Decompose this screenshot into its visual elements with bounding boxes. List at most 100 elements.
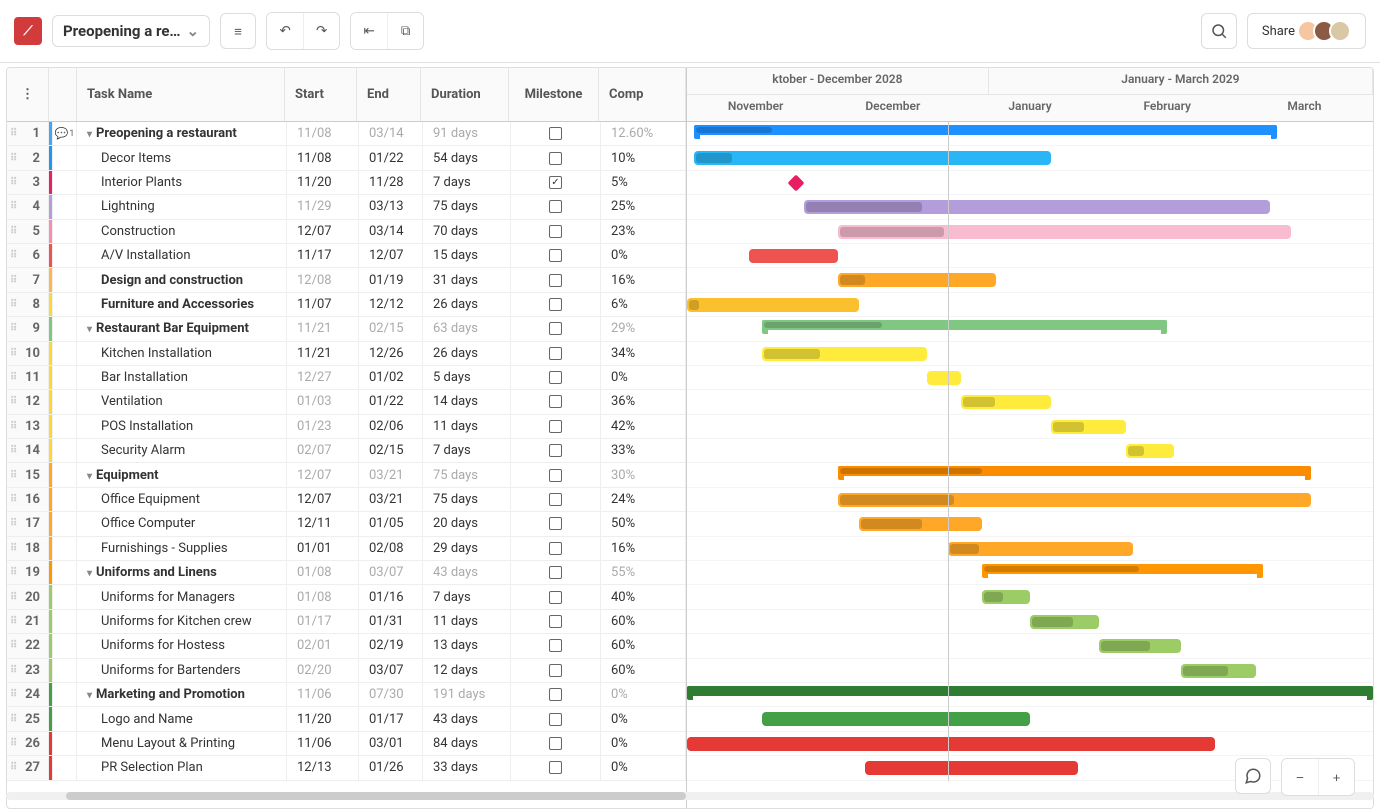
grid-menu-button[interactable]: ⋮ (7, 68, 49, 121)
table-row[interactable]: ⠿19▾Uniforms and Linens01/0803/0743 days… (7, 561, 686, 585)
drag-handle-icon[interactable]: ⠿ (10, 421, 17, 432)
gantt-bar[interactable] (982, 590, 1030, 604)
completion-value[interactable]: 0% (601, 366, 686, 389)
cell-end[interactable]: 03/14 (359, 220, 423, 243)
milestone-checkbox[interactable] (511, 366, 601, 389)
drag-handle-icon[interactable]: ⠿ (10, 689, 17, 700)
milestone-checkbox[interactable] (511, 293, 601, 316)
search-button[interactable] (1201, 13, 1237, 49)
milestone-checkbox[interactable] (511, 659, 601, 682)
comment-cell[interactable]: 💬1 (53, 122, 77, 145)
milestone-checkbox[interactable] (511, 634, 601, 657)
milestone-checkbox[interactable] (511, 146, 601, 169)
cell-start[interactable]: 11/06 (287, 683, 359, 706)
cell-start[interactable]: 12/08 (287, 268, 359, 291)
completion-value[interactable]: 40% (601, 585, 686, 608)
table-row[interactable]: ⠿4Lightning11/2903/1375 days25% (7, 195, 686, 219)
completion-value[interactable]: 36% (601, 390, 686, 413)
cell-end[interactable]: 12/07 (359, 244, 423, 267)
completion-value[interactable]: 50% (601, 512, 686, 535)
comment-cell[interactable] (53, 171, 77, 194)
drag-handle-icon[interactable]: ⠿ (10, 323, 17, 334)
cell-dur[interactable]: 26 days (423, 342, 511, 365)
table-row[interactable]: ⠿21Uniforms for Kitchen crew01/1701/3111… (7, 610, 686, 634)
task-name[interactable]: Office Computer (77, 512, 287, 535)
comment-cell[interactable] (53, 659, 77, 682)
collapse-icon[interactable]: ▾ (87, 324, 92, 335)
table-row[interactable]: ⠿7Design and construction12/0801/1931 da… (7, 268, 686, 292)
gantt-bar[interactable] (762, 320, 1167, 330)
task-name[interactable]: Security Alarm (77, 439, 287, 462)
gantt-bar[interactable] (1181, 664, 1256, 678)
cell-start[interactable]: 02/20 (287, 659, 359, 682)
completion-value[interactable]: 16% (601, 268, 686, 291)
cell-dur[interactable]: 75 days (423, 195, 511, 218)
milestone-checkbox[interactable] (511, 415, 601, 438)
task-name[interactable]: Construction (77, 220, 287, 243)
drag-handle-icon[interactable]: ⠿ (10, 518, 17, 529)
comment-cell[interactable] (53, 561, 77, 584)
drag-handle-icon[interactable]: ⠿ (10, 372, 17, 383)
gantt-bar[interactable] (694, 125, 1277, 135)
milestone-checkbox[interactable] (511, 195, 601, 218)
cell-end[interactable]: 01/16 (359, 585, 423, 608)
cell-end[interactable]: 01/26 (359, 756, 423, 779)
cell-start[interactable]: 01/08 (287, 585, 359, 608)
drag-handle-icon[interactable]: ⠿ (10, 470, 17, 481)
table-row[interactable]: ⠿10Kitchen Installation11/2112/2626 days… (7, 342, 686, 366)
milestone-checkbox[interactable] (511, 390, 601, 413)
comment-cell[interactable] (53, 756, 77, 779)
milestone-checkbox[interactable]: ✓ (511, 171, 601, 194)
milestone-checkbox[interactable] (511, 732, 601, 755)
table-row[interactable]: ⠿2Decor Items11/0801/2254 days10% (7, 146, 686, 170)
table-row[interactable]: ⠿16Office Equipment12/0703/2175 days24% (7, 488, 686, 512)
cell-dur[interactable]: 75 days (423, 463, 511, 486)
milestone-checkbox[interactable] (511, 342, 601, 365)
cell-dur[interactable]: 5 days (423, 366, 511, 389)
table-row[interactable]: ⠿18Furnishings - Supplies01/0102/0829 da… (7, 537, 686, 561)
table-row[interactable]: ⠿11Bar Installation12/2701/025 days0% (7, 366, 686, 390)
task-name[interactable]: ▾Preopening a restaurant (77, 122, 287, 145)
table-row[interactable]: ⠿23Uniforms for Bartenders02/2003/0712 d… (7, 659, 686, 683)
cell-start[interactable]: 01/23 (287, 415, 359, 438)
comment-cell[interactable] (53, 537, 77, 560)
comment-cell[interactable] (53, 463, 77, 486)
cell-end[interactable]: 03/21 (359, 488, 423, 511)
drag-handle-icon[interactable]: ⠿ (10, 348, 17, 359)
cell-dur[interactable]: 7 days (423, 439, 511, 462)
gantt-bar[interactable] (838, 493, 1311, 507)
milestone-checkbox[interactable] (511, 220, 601, 243)
completion-value[interactable]: 0% (601, 244, 686, 267)
drag-handle-icon[interactable]: ⠿ (10, 616, 17, 627)
milestone-checkbox[interactable] (511, 537, 601, 560)
cell-end[interactable]: 02/08 (359, 537, 423, 560)
comment-cell[interactable] (53, 220, 77, 243)
drag-handle-icon[interactable]: ⠿ (10, 128, 17, 139)
task-name[interactable]: ▾Equipment (77, 463, 287, 486)
comment-cell[interactable] (53, 415, 77, 438)
comment-cell[interactable] (53, 342, 77, 365)
milestone-checkbox[interactable] (511, 488, 601, 511)
task-name[interactable]: ▾Restaurant Bar Equipment (77, 317, 287, 340)
milestone-checkbox[interactable] (511, 561, 601, 584)
task-name[interactable]: Interior Plants (77, 171, 287, 194)
table-row[interactable]: ⠿25Logo and Name11/2001/1743 days0% (7, 707, 686, 731)
completion-value[interactable]: 6% (601, 293, 686, 316)
task-name[interactable]: ▾Uniforms and Linens (77, 561, 287, 584)
cell-start[interactable]: 12/07 (287, 220, 359, 243)
task-name[interactable]: Decor Items (77, 146, 287, 169)
milestone-checkbox[interactable] (511, 439, 601, 462)
cell-end[interactable]: 02/15 (359, 439, 423, 462)
gantt-bar[interactable] (687, 737, 1215, 751)
cell-start[interactable]: 11/20 (287, 171, 359, 194)
gantt-bar[interactable] (749, 249, 838, 263)
cell-start[interactable]: 12/27 (287, 366, 359, 389)
cell-start[interactable]: 01/01 (287, 537, 359, 560)
gantt-bar[interactable] (865, 761, 1078, 775)
cell-dur[interactable]: 33 days (423, 756, 511, 779)
gantt-bar[interactable] (838, 225, 1291, 239)
task-name[interactable]: Uniforms for Managers (77, 585, 287, 608)
table-row[interactable]: ⠿3Interior Plants11/2011/287 days✓5% (7, 171, 686, 195)
cell-start[interactable]: 02/01 (287, 634, 359, 657)
comment-cell[interactable] (53, 707, 77, 730)
